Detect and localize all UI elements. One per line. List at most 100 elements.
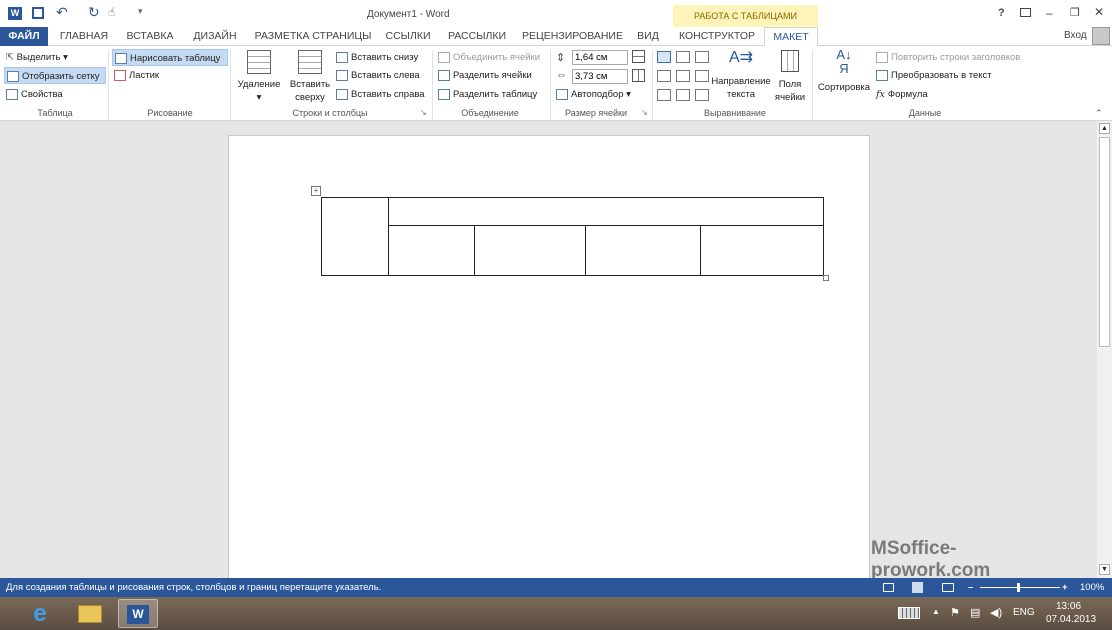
split-cells-button[interactable]: Разделить ячейки — [438, 67, 532, 84]
autofit-button[interactable]: Автоподбор ▾ — [556, 86, 631, 103]
help-icon[interactable]: ? — [998, 7, 1005, 19]
zoom-slider-thumb[interactable] — [1017, 583, 1020, 592]
table-cell[interactable] — [700, 225, 824, 276]
zoom-level[interactable]: 100% — [1080, 578, 1104, 597]
scroll-down-icon[interactable]: ▼ — [1099, 564, 1110, 575]
split-table-button[interactable]: Разделить таблицу — [438, 86, 537, 103]
undo-icon[interactable]: ↶ — [56, 4, 68, 21]
touch-mode-icon[interactable]: ☝ — [108, 5, 115, 19]
align-top-left-icon[interactable] — [657, 51, 671, 63]
pencil-icon — [115, 52, 127, 64]
zoom-slider[interactable] — [980, 587, 1060, 588]
tab-references[interactable]: ССЫЛКИ — [384, 27, 432, 46]
tab-file[interactable]: ФАЙЛ — [0, 27, 48, 46]
volume-icon[interactable]: ◀) — [990, 606, 1002, 619]
insert-below-button[interactable]: Вставить снизу — [336, 49, 418, 66]
scroll-thumb[interactable] — [1099, 137, 1110, 347]
action-center-icon[interactable]: ⚑ — [950, 606, 960, 619]
scroll-up-icon[interactable]: ▲ — [1099, 123, 1110, 134]
sort-button[interactable]: А↓ Я Сортировка — [816, 48, 872, 94]
dialog-launcher-icon[interactable]: ↘ — [641, 108, 648, 117]
ribbon-display-icon[interactable] — [1020, 8, 1031, 17]
column-width-field[interactable] — [572, 69, 628, 84]
convert-text-icon — [876, 69, 888, 81]
tab-page-layout[interactable]: РАЗМЕТКА СТРАНИЦЫ — [254, 27, 372, 46]
repeat-header-rows-button[interactable]: Повторить строки заголовков — [876, 49, 1020, 66]
delete-button[interactable]: Удаление ▾ — [236, 50, 282, 104]
eraser-button[interactable]: Ластик — [114, 67, 159, 84]
tab-mailings[interactable]: РАССЫЛКИ — [446, 27, 508, 46]
align-top-right-icon[interactable] — [695, 51, 709, 63]
align-bottom-right-icon[interactable] — [695, 89, 709, 101]
tab-review[interactable]: РЕЦЕНЗИРОВАНИЕ — [522, 27, 623, 46]
avatar-icon[interactable] — [1092, 27, 1110, 45]
tab-view[interactable]: ВИД — [632, 27, 664, 46]
view-gridlines-button[interactable]: Отобразить сетку — [4, 67, 106, 84]
table-cell[interactable] — [321, 197, 389, 276]
redo-icon[interactable]: ↻ — [88, 4, 100, 21]
tab-insert[interactable]: ВСТАВКА — [124, 27, 176, 46]
vertical-scrollbar[interactable]: ▲ ▼ — [1097, 121, 1112, 578]
word-icon[interactable]: W — [8, 7, 22, 20]
tab-table-design[interactable]: КОНСТРУКТОР — [678, 27, 756, 46]
explorer-icon[interactable] — [70, 599, 110, 628]
ie-icon[interactable]: e — [20, 599, 60, 628]
drawn-table[interactable] — [321, 197, 824, 277]
table-cell[interactable] — [585, 225, 701, 276]
tab-layout[interactable]: МАКЕТ — [764, 27, 818, 47]
show-hidden-icons[interactable]: ▲ — [932, 607, 940, 616]
distribute-rows-icon[interactable] — [632, 50, 645, 63]
print-layout-icon[interactable] — [912, 582, 923, 593]
table-cell[interactable] — [388, 225, 475, 276]
merge-cells-button[interactable]: Объединить ячейки — [438, 49, 540, 66]
group-label-rows-cols: Строки и столбцы — [292, 108, 368, 118]
formula-button[interactable]: fx Формула — [876, 86, 928, 103]
convert-to-text-button[interactable]: Преобразовать в текст — [876, 67, 992, 84]
language-indicator[interactable]: ENG — [1013, 607, 1035, 618]
table-cell[interactable] — [474, 225, 586, 276]
clock-time[interactable]: 13:06 — [1056, 601, 1081, 612]
tab-design[interactable]: ДИЗАЙН — [190, 27, 240, 46]
zoom-in-icon[interactable]: + — [1062, 578, 1068, 597]
sign-in-link[interactable]: Вход — [1064, 30, 1087, 41]
align-bottom-left-icon[interactable] — [657, 89, 671, 101]
select-button[interactable]: ⇱ Выделить ▾ — [6, 49, 68, 66]
tab-home[interactable]: ГЛАВНАЯ — [58, 27, 110, 46]
customize-qat-icon[interactable]: ▾ — [138, 6, 143, 17]
document-page[interactable]: + MSoffice-prowork.com — [228, 135, 990, 585]
align-bottom-center-icon[interactable] — [676, 89, 690, 101]
network-icon[interactable]: ▤ — [970, 606, 980, 619]
zoom-out-icon[interactable]: – — [968, 578, 973, 597]
align-top-center-icon[interactable] — [676, 51, 690, 63]
read-mode-icon[interactable] — [883, 583, 894, 592]
ribbon-tabs: ФАЙЛ ГЛАВНАЯ ВСТАВКА ДИЗАЙН РАЗМЕТКА СТР… — [0, 27, 1112, 47]
insert-above-button[interactable]: Вставить сверху — [288, 50, 332, 104]
keyboard-icon[interactable] — [898, 607, 920, 619]
properties-button[interactable]: Свойства — [6, 86, 63, 103]
watermark: MSoffice-prowork.com — [871, 538, 991, 581]
align-middle-right-icon[interactable] — [695, 70, 709, 82]
draw-table-button[interactable]: Нарисовать таблицу — [112, 49, 228, 66]
dialog-launcher-icon[interactable]: ↘ — [420, 108, 427, 117]
distribute-columns-icon[interactable] — [632, 69, 645, 82]
word-taskbar-icon[interactable]: W — [118, 599, 158, 628]
row-height-field[interactable] — [572, 50, 628, 65]
table-resize-handle[interactable] — [823, 275, 829, 281]
insert-right-button[interactable]: Вставить справа — [336, 86, 425, 103]
minimize-icon[interactable]: – — [1046, 6, 1053, 20]
text-direction-button[interactable]: A⇉ Направление текста — [710, 48, 772, 101]
web-layout-icon[interactable] — [942, 583, 954, 592]
clock-date[interactable]: 07.04.2013 — [1046, 614, 1096, 625]
insert-left-button[interactable]: Вставить слева — [336, 67, 420, 84]
align-middle-center-icon[interactable] — [676, 70, 690, 82]
group-label-cell-size: Размер ячейки — [565, 108, 627, 118]
save-icon[interactable] — [32, 7, 44, 19]
align-middle-left-icon[interactable] — [657, 70, 671, 82]
table-move-handle-icon[interactable]: + — [311, 186, 321, 196]
table-cell[interactable] — [388, 197, 824, 226]
restore-icon[interactable]: ❐ — [1070, 6, 1080, 19]
cell-margins-button[interactable]: Поля ячейки — [772, 50, 808, 104]
close-icon[interactable]: ✕ — [1094, 5, 1104, 19]
collapse-ribbon-icon[interactable]: ⌃ — [1095, 108, 1103, 119]
eraser-icon — [114, 69, 126, 81]
